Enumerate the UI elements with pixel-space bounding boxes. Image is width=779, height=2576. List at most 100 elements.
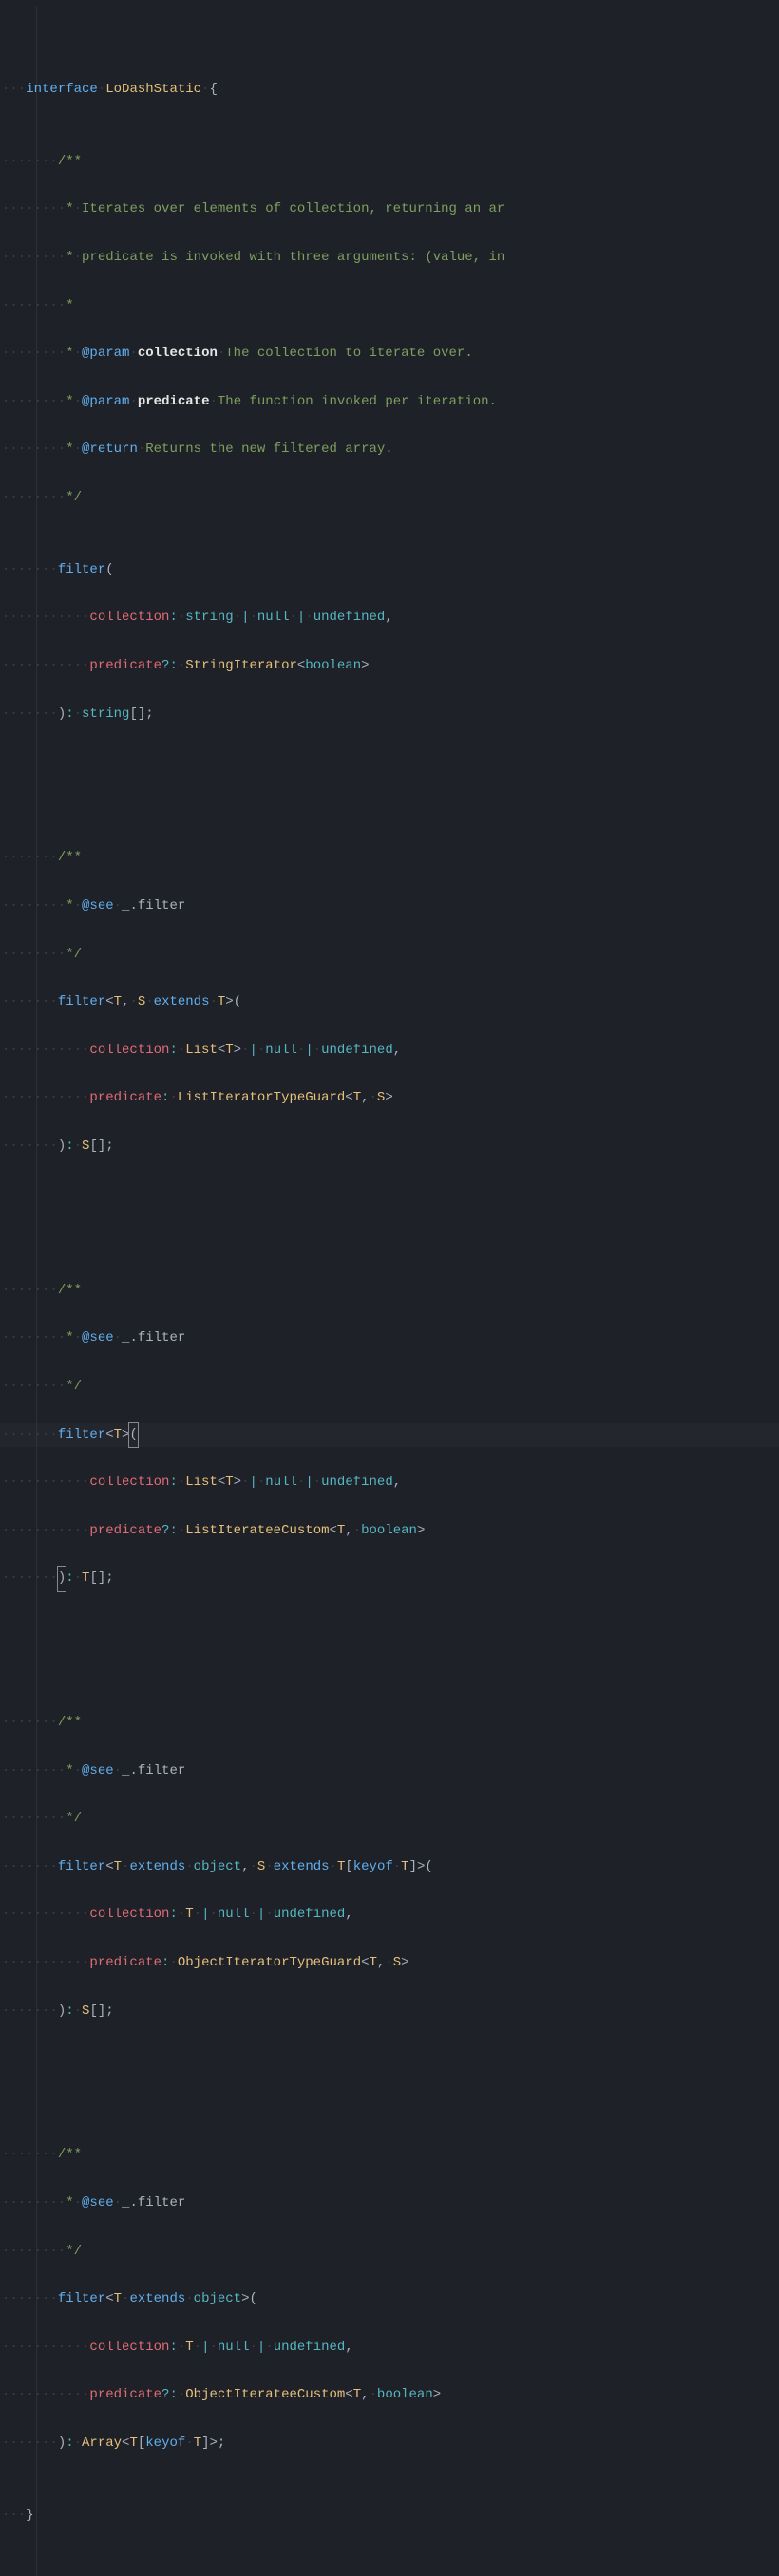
generic: T: [337, 1859, 345, 1874]
code-line[interactable]: ········*·@see·_.filter: [0, 2191, 779, 2215]
type: boolean: [361, 1523, 417, 1538]
type: List: [185, 1475, 218, 1490]
jsdoc-param: collection: [138, 346, 218, 361]
code-line[interactable]: ···········predicate:·ListIteratorTypeGu…: [0, 1086, 779, 1110]
code-line[interactable]: ·······/**: [0, 1279, 779, 1303]
method-name: filter: [58, 2291, 105, 2306]
keyword: keyof: [353, 1859, 393, 1874]
type: boolean: [305, 658, 361, 673]
code-line[interactable]: ········*/: [0, 943, 779, 967]
return-type: T: [82, 1570, 89, 1586]
type: null: [218, 1907, 250, 1922]
code-line[interactable]: ·······/**: [0, 2143, 779, 2167]
code-line[interactable]: ···········collection:·T·|·null·|·undefi…: [0, 1903, 779, 1927]
type: ObjectIterateeCustom: [185, 2387, 345, 2402]
jsdoc-param: predicate: [138, 394, 210, 409]
comment-text: predicate is invoked with three argument…: [82, 250, 504, 265]
code-line[interactable]: ········*·@see·_.filter: [0, 1759, 779, 1783]
return-type: Array: [82, 2435, 122, 2451]
code-line[interactable]: ···········collection:·string·|·null·|·u…: [0, 606, 779, 630]
type-name: LoDashStatic: [105, 82, 201, 97]
jsdoc-tag: @see: [82, 2195, 114, 2210]
type: object: [194, 1859, 241, 1874]
code-line[interactable]: ·······filter<T,·S·extends·T>(: [0, 990, 779, 1014]
jsdoc-tag: @see: [82, 1763, 114, 1778]
blank-line[interactable]: [0, 1639, 779, 1663]
method-name: filter: [58, 1859, 105, 1874]
generic: T: [114, 1427, 122, 1442]
keyword: keyof: [145, 2435, 185, 2451]
comment-text: Iterates over elements of collection, re…: [82, 201, 504, 216]
code-line[interactable]: ········*·@param·predicate·The function …: [0, 390, 779, 414]
param-name: collection: [89, 1043, 169, 1058]
code-line[interactable]: ·······/**: [0, 1711, 779, 1735]
code-line[interactable]: ········*·predicate is invoked with thre…: [0, 246, 779, 270]
code-editor[interactable]: ···interface·LoDashStatic·{ ·······/** ·…: [0, 0, 779, 2576]
method-name: filter: [58, 994, 105, 1009]
code-line[interactable]: ·······/**: [0, 150, 779, 174]
code-line[interactable]: ········*·@see·_.filter: [0, 894, 779, 918]
code-line[interactable]: ········*·@return·Returns the new filter…: [0, 438, 779, 461]
generic: S: [138, 994, 145, 1009]
code-line[interactable]: ·······/**: [0, 846, 779, 870]
code-line[interactable]: ···interface·LoDashStatic·{: [0, 78, 779, 102]
method-name: filter: [58, 1427, 105, 1442]
code-line[interactable]: ·······):·T[];: [0, 1567, 779, 1590]
generic: T: [370, 1955, 377, 1970]
code-line[interactable]: ·······):·string[];: [0, 703, 779, 726]
code-line[interactable]: ···········predicate:·ObjectIteratorType…: [0, 1951, 779, 1975]
code-line[interactable]: ········*/: [0, 1807, 779, 1831]
type: T: [185, 2340, 193, 2355]
code-line[interactable]: ·······filter<T·extends·object>(: [0, 2287, 779, 2311]
comment-start: /**: [58, 154, 82, 169]
code-line[interactable]: ·······):·Array<T[keyof·T]>;: [0, 2432, 779, 2455]
generic: T: [114, 2291, 122, 2306]
comment-text: Returns the new filtered array.: [145, 442, 392, 457]
brace-close: }: [26, 2508, 33, 2523]
code-line[interactable]: ·······filter<T·extends·object,·S·extend…: [0, 1855, 779, 1879]
type: ObjectIteratorTypeGuard: [178, 1955, 361, 1970]
type: null: [257, 610, 290, 625]
generic: T: [401, 1859, 408, 1874]
type: null: [265, 1475, 297, 1490]
code-line[interactable]: ·······filter(: [0, 558, 779, 582]
blank-line[interactable]: [0, 2072, 779, 2096]
code-line[interactable]: ········*·@param·collection·The collecti…: [0, 342, 779, 366]
blank-line[interactable]: [0, 775, 779, 799]
blank-line[interactable]: [0, 1207, 779, 1231]
type: ListIterateeCustom: [185, 1523, 329, 1538]
keyword: extends: [154, 994, 210, 1009]
code-line[interactable]: ········*: [0, 294, 779, 318]
keyword-interface: interface: [26, 82, 98, 97]
code-line[interactable]: ·······):·S[];: [0, 2000, 779, 2023]
comment-end: */: [66, 490, 82, 505]
jsdoc-ref: _.filter: [122, 1330, 185, 1345]
code-line[interactable]: ········*·@see·_.filter: [0, 1326, 779, 1350]
code-line[interactable]: ···········predicate?:·ObjectIterateeCus…: [0, 2383, 779, 2407]
code-line[interactable]: ···········predicate?:·StringIterator<bo…: [0, 654, 779, 678]
generic: T: [337, 1523, 345, 1538]
method-name: filter: [58, 562, 105, 577]
generic: T: [114, 994, 122, 1009]
code-line-active[interactable]: ·······filter<T>(: [0, 1423, 779, 1447]
type: ListIteratorTypeGuard: [178, 1090, 345, 1105]
param-name: collection: [89, 610, 169, 625]
code-line[interactable]: ········*/: [0, 1375, 779, 1399]
jsdoc-tag: @param: [82, 394, 129, 409]
code-line[interactable]: ···········collection:·List<T>·|·null·|·…: [0, 1039, 779, 1062]
jsdoc-ref: _.filter: [122, 1763, 185, 1778]
code-line[interactable]: ···········collection:·T·|·null·|·undefi…: [0, 2336, 779, 2360]
code-line[interactable]: ········*/: [0, 2240, 779, 2264]
jsdoc-tag: @param: [82, 346, 129, 361]
code-line[interactable]: ·······):·S[];: [0, 1135, 779, 1158]
code-line[interactable]: ···········collection:·List<T>·|·null·|·…: [0, 1471, 779, 1495]
type: string: [185, 610, 233, 625]
type: null: [265, 1043, 297, 1058]
code-line[interactable]: ···········predicate?:·ListIterateeCusto…: [0, 1519, 779, 1543]
generic: T: [129, 2435, 137, 2451]
code-line[interactable]: ········*/: [0, 486, 779, 510]
code-line[interactable]: ········*·Iterates over elements of coll…: [0, 197, 779, 221]
keyword: extends: [129, 1859, 185, 1874]
code-line[interactable]: ···}: [0, 2504, 779, 2528]
jsdoc-tag: @return: [82, 442, 138, 457]
